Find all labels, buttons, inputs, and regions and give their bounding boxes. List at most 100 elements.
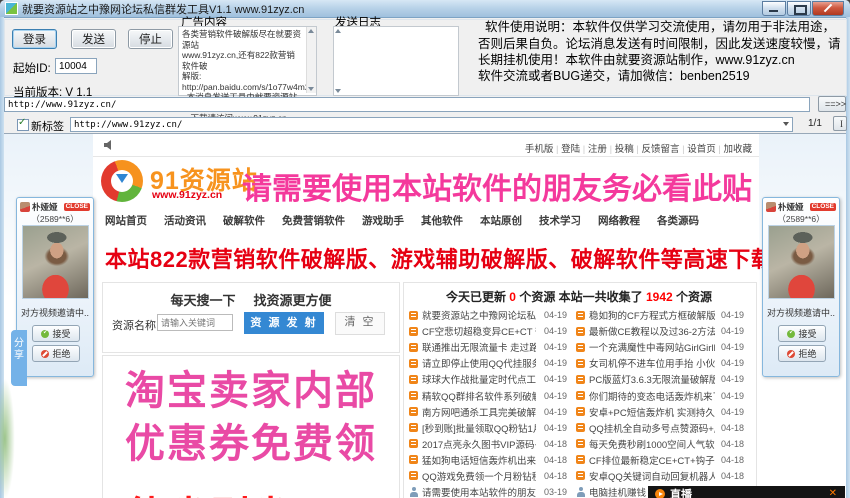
doc-icon: [409, 374, 418, 384]
scroll-down-icon[interactable]: [308, 87, 314, 91]
nav-tech-study[interactable]: 技术学习: [539, 213, 581, 228]
site-logo-icon[interactable]: [101, 160, 143, 202]
contact-text: 软件交流或者BUG递交，请加微信：benben2519: [478, 69, 750, 83]
clear-button[interactable]: 清 空: [335, 312, 385, 335]
list-item[interactable]: 安卓+PC短信轰炸机 实测持久性 04-19: [576, 404, 744, 420]
list-item[interactable]: 女司机停不进车位用手抬 小伙热 04-19: [576, 355, 744, 371]
site-headline-link[interactable]: 请需要使用本站软件的朋友务必看此贴: [242, 164, 752, 208]
link-feedback[interactable]: 反馈留言: [634, 144, 680, 155]
speaker-icon[interactable]: [103, 139, 115, 151]
reject-button[interactable]: 拒绝: [778, 345, 826, 362]
list-item[interactable]: 球球大作战批量定时代点工具 04-19: [409, 371, 567, 387]
maximize-button[interactable]: [787, 1, 811, 16]
list-item[interactable]: [秒到账]批量领取QQ粉钻1月软 04-19: [409, 420, 567, 436]
accept-button[interactable]: 接受: [778, 325, 826, 342]
link-register[interactable]: 注册: [580, 144, 607, 155]
log-scroll-down-icon[interactable]: [335, 89, 341, 93]
list-item[interactable]: PC版蓝灯3.6.3无限流量破解版 04-19: [576, 371, 744, 387]
list-item[interactable]: 最新做CE教程以及过36-2方法 04-19: [576, 323, 744, 339]
cam-status-text: 对方视频邀请中..: [20, 308, 89, 318]
list-item[interactable]: 安卓QQ关键词自动回复机器人 04-18: [576, 468, 744, 484]
list-item[interactable]: 请需要使用本站软件的朋友务必看 03-19: [409, 484, 567, 498]
link-mobile[interactable]: 手机版: [525, 144, 554, 155]
link-login[interactable]: 登陆: [553, 144, 580, 155]
nav-other-software[interactable]: 其他软件: [421, 213, 463, 228]
combo-dropdown-icon[interactable]: [783, 122, 789, 126]
item-title: PC版蓝灯3.6.3无限流量破解版: [589, 375, 715, 387]
login-button[interactable]: 登录: [12, 29, 57, 49]
list-item[interactable]: 稳如狗的CF方程式方框破解版 04-19: [576, 307, 744, 323]
list-item[interactable]: QQ挂机全自动多号点赞源码+成 04-18: [576, 420, 744, 436]
stop-button[interactable]: 停止: [128, 29, 173, 49]
go-button[interactable]: ==>>: [818, 96, 846, 112]
start-id-input[interactable]: [55, 58, 97, 74]
url-combobox[interactable]: [70, 117, 793, 132]
log-scroll-up-icon[interactable]: [335, 29, 341, 33]
doc-icon: [576, 391, 585, 401]
send-log-box[interactable]: [333, 26, 459, 96]
item-date: 04-19: [720, 342, 744, 353]
close-button[interactable]: [812, 1, 844, 16]
nav-free-marketing[interactable]: 免费营销软件: [282, 213, 345, 228]
list-item[interactable]: CF空悲切超稳变异CE+CT 带百分 04-19: [409, 323, 567, 339]
list-item[interactable]: 2017点亮永久图书VIP源码+软件 04-18: [409, 436, 567, 452]
list-item[interactable]: 精软QQ群排名软件系列破解版 04-19: [409, 387, 567, 403]
promo-banner-text[interactable]: 本站822款营销软件破解版、游戏辅助破解版、破解软件等高速下载: [105, 242, 773, 274]
link-sethome[interactable]: 设首页: [679, 144, 715, 155]
list-item[interactable]: 每天免费秒刷1000空间人气软件 04-18: [576, 436, 744, 452]
cam-close-button[interactable]: CLOSE: [809, 203, 836, 211]
cam-close-button[interactable]: CLOSE: [63, 203, 90, 211]
ad-scrollbar[interactable]: [306, 27, 316, 93]
start-id-label: 起始ID:: [13, 63, 51, 75]
list-item[interactable]: QQ游戏免费领一个月粉钻秒到 04-18: [409, 468, 567, 484]
scroll-up-icon[interactable]: [308, 29, 314, 33]
newtab-checkbox[interactable]: [17, 117, 29, 131]
nav-cracked-software[interactable]: 破解软件: [223, 213, 265, 228]
tab-side-button[interactable]: I: [833, 116, 847, 131]
promo-line1: 淘宝卖家内部: [125, 369, 377, 413]
list-item[interactable]: 联通推出无限流量卡 走过路过别 04-19: [409, 339, 567, 355]
live-overlay-bar[interactable]: 直播 ✕: [648, 486, 845, 498]
topbar-divider: [93, 156, 759, 157]
cam-preview-image[interactable]: [22, 225, 89, 299]
url-input-tab[interactable]: [70, 117, 793, 132]
nav-activity[interactable]: 活动资讯: [164, 213, 206, 228]
nav-source-code[interactable]: 各类源码: [657, 213, 699, 228]
resource-search-button[interactable]: 资 源 发 射: [244, 312, 324, 334]
list-item[interactable]: 猛如狗电话短信轰炸机出来了 04-18: [409, 452, 567, 468]
item-date: 04-19: [720, 326, 744, 337]
minimize-button[interactable]: [762, 1, 786, 16]
link-favorite[interactable]: 加收藏: [716, 144, 752, 155]
item-date: 04-18: [720, 422, 744, 433]
nav-tutorials[interactable]: 网络教程: [598, 213, 640, 228]
list-item[interactable]: 你们期待的变态电话轰炸机来了 04-19: [576, 387, 744, 403]
item-title: 每天免费秒刷1000空间人气软件: [589, 439, 715, 451]
reject-button[interactable]: 拒绝: [32, 345, 80, 362]
item-date: 04-18: [543, 470, 567, 481]
nav-original[interactable]: 本站原创: [480, 213, 522, 228]
list-item[interactable]: 南方网吧通杀工具完美破解版 04-19: [409, 404, 567, 420]
send-button[interactable]: 发送: [71, 29, 116, 49]
share-tab[interactable]: 分享: [11, 330, 27, 386]
url-input-main[interactable]: [4, 97, 810, 112]
site-logo-url: www.91zyz.cn: [152, 189, 223, 201]
link-submit[interactable]: 投稿: [607, 144, 634, 155]
list-item[interactable]: CF排位最新稳定CE+CT+钩子秒 04-18: [576, 452, 744, 468]
nav-game-helper[interactable]: 游戏助手: [362, 213, 404, 228]
newtab-label: 新标签: [31, 121, 64, 133]
promo-panel[interactable]: 淘宝卖家内部 优惠券免费领 能省则省！！: [102, 355, 400, 498]
window-titlebar[interactable]: 就要资源站之中豫网论坛私信群发工具V1.1 www.91zyz.cn: [0, 0, 850, 18]
accept-button[interactable]: 接受: [32, 325, 80, 342]
resource-search-input[interactable]: [157, 314, 233, 331]
live-close-icon[interactable]: ✕: [829, 488, 837, 498]
cam-preview-image[interactable]: [768, 225, 835, 299]
list-item[interactable]: 请立即停止使用QQ代挂服务 否则 04-19: [409, 355, 567, 371]
item-date: 04-19: [720, 406, 744, 417]
cam-popup-left[interactable]: 朴娅娅 CLOSE （2589**6） 对方视频邀请中.. 接受 拒绝: [16, 197, 94, 377]
nav-home[interactable]: 网站首页: [105, 213, 147, 228]
cam-popup-right[interactable]: 朴娅娅 CLOSE （2589**6） 对方视频邀请中.. 接受 拒绝: [762, 197, 840, 377]
list-item[interactable]: 就要资源站之中豫网论坛私信群发 04-19: [409, 307, 567, 323]
item-title: 2017点亮永久图书VIP源码+软件: [422, 439, 536, 451]
list-item[interactable]: 一个充满魔性中毒网站GirlGirlLov 04-19: [576, 339, 744, 355]
ad-content-box[interactable]: 各类营销软件破解版尽在就要资源站 www.91zyz.cn,还有822款营销软件…: [178, 26, 317, 123]
